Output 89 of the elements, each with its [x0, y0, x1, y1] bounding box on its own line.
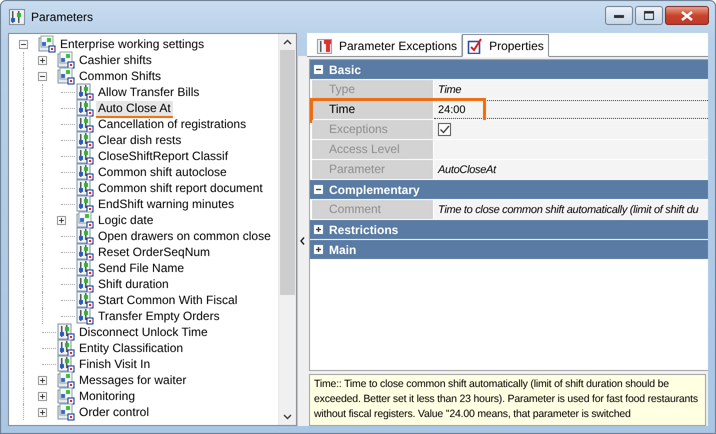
- tree-item[interactable]: Transfer Empty Orders: [96, 308, 222, 324]
- scroll-thumb[interactable]: [280, 50, 295, 295]
- property-value: Time to close common shift automatically (limit of shift du: [434, 200, 708, 219]
- property-value: Time: [434, 80, 708, 99]
- property-value[interactable]: 24:00: [434, 100, 708, 119]
- parameter-icon: [76, 163, 94, 181]
- property-label: Type: [312, 80, 434, 99]
- parameter-icon: [57, 355, 75, 373]
- expand-toggle[interactable]: [314, 65, 323, 74]
- property-label: Parameter: [312, 160, 434, 179]
- tree-item[interactable]: Reset OrderSeqNum: [96, 244, 212, 260]
- expand-toggle[interactable]: [57, 216, 66, 224]
- maximize-button[interactable]: [635, 6, 663, 25]
- tree-item[interactable]: Common shift report document: [96, 180, 265, 196]
- category-header[interactable]: Main: [310, 240, 708, 260]
- tree-item[interactable]: Start Common With Fiscal: [96, 292, 240, 308]
- tree-item[interactable]: Finish Visit In: [77, 356, 152, 372]
- expand-toggle[interactable]: [314, 225, 323, 234]
- parameter-icon: [76, 307, 94, 325]
- tree-item[interactable]: Messages for waiter: [77, 372, 188, 388]
- checkbox[interactable]: [438, 123, 451, 136]
- parameter-icon: [76, 291, 94, 309]
- tree-item[interactable]: Order control: [77, 404, 152, 420]
- folder-icon: [57, 387, 75, 405]
- tree-item[interactable]: Allow Transfer Bills: [96, 84, 202, 100]
- scroll-down-icon[interactable]: [283, 414, 292, 420]
- tree-item[interactable]: EndShift warning minutes: [96, 196, 236, 212]
- property-label: Exceptions: [312, 120, 434, 139]
- description-text: Time:: Time to close common shift automatically (limit of shift duration should be exceeded. Better set it less than 23 hours). Parameter is used for fast food restaurants without fiscal registers. Value ''24.00 means, that parameter is switched: [309, 374, 706, 426]
- minimize-button[interactable]: [605, 6, 633, 25]
- parameter-icon: [76, 99, 94, 117]
- parameter-icon: [76, 115, 94, 133]
- tree-item[interactable]: Clear dish rests: [96, 132, 184, 148]
- tree-item[interactable]: Logic date: [96, 212, 156, 228]
- parameter-icon: [76, 131, 94, 149]
- close-icon: [681, 10, 693, 20]
- expand-toggle[interactable]: [19, 40, 28, 48]
- tree-item[interactable]: Shift duration: [96, 276, 171, 292]
- folder-icon: [57, 403, 75, 421]
- expand-toggle[interactable]: [38, 56, 47, 64]
- expand-toggle[interactable]: [38, 408, 47, 416]
- tree-item[interactable]: Auto Close At: [96, 101, 173, 118]
- expand-toggle[interactable]: [314, 185, 323, 194]
- window-title: Parameters: [31, 10, 94, 24]
- tree-item[interactable]: Disconnect Unlock Time: [77, 324, 210, 340]
- parameter-icon: [76, 83, 94, 101]
- tree-item[interactable]: Open drawers on common close: [96, 228, 273, 244]
- tree-item[interactable]: Monitoring: [77, 388, 138, 404]
- tree-item[interactable]: Enterprise working settings: [58, 36, 206, 52]
- checklist-icon: [467, 38, 484, 54]
- tree-item[interactable]: Send File Name: [96, 260, 186, 276]
- expand-toggle[interactable]: [38, 72, 47, 80]
- category-header[interactable]: Basic: [310, 60, 708, 80]
- folder-icon: [57, 371, 75, 389]
- category-header[interactable]: Complementary: [310, 180, 708, 200]
- minimize-icon: [614, 14, 624, 18]
- scrollbar[interactable]: [278, 34, 296, 425]
- tree-item[interactable]: Entity Classification: [77, 340, 186, 356]
- parameter-icon: [76, 227, 94, 245]
- tree-item[interactable]: Cashier shifts: [77, 52, 154, 68]
- parameter-icon: [76, 275, 94, 293]
- expand-toggle[interactable]: [314, 245, 323, 254]
- parameter-icon: [76, 259, 94, 277]
- expand-toggle[interactable]: [38, 376, 47, 384]
- maximize-icon: [644, 11, 654, 20]
- parameter-icon: [76, 195, 94, 213]
- parameter-icon: [57, 339, 75, 357]
- folder-icon: [57, 67, 75, 85]
- parameter-icon: [76, 147, 94, 165]
- property-value: AutoCloseAt: [434, 160, 708, 179]
- close-button[interactable]: [665, 6, 709, 25]
- folder-icon: [57, 51, 75, 69]
- parameter-icon: [57, 323, 75, 341]
- tab[interactable]: Properties: [462, 34, 549, 57]
- parameter-icon: [76, 243, 94, 261]
- property-label: Time: [312, 100, 434, 119]
- tree-item[interactable]: Cancellation of registrations: [96, 116, 248, 132]
- property-label: Access Level: [312, 140, 434, 159]
- parameter-icon: [317, 38, 333, 54]
- app-icon: [9, 9, 25, 25]
- parameter-icon: [76, 179, 94, 197]
- scroll-up-icon[interactable]: [283, 39, 292, 45]
- tree-item[interactable]: Common shift autoclose: [96, 164, 229, 180]
- folder-icon: [76, 211, 94, 229]
- tree-item[interactable]: CloseShiftReport Classif: [96, 148, 230, 164]
- expand-toggle[interactable]: [38, 392, 47, 400]
- property-label: Comment: [312, 200, 434, 219]
- category-header[interactable]: Restrictions: [310, 220, 708, 240]
- tree-item[interactable]: Common Shifts: [77, 68, 164, 84]
